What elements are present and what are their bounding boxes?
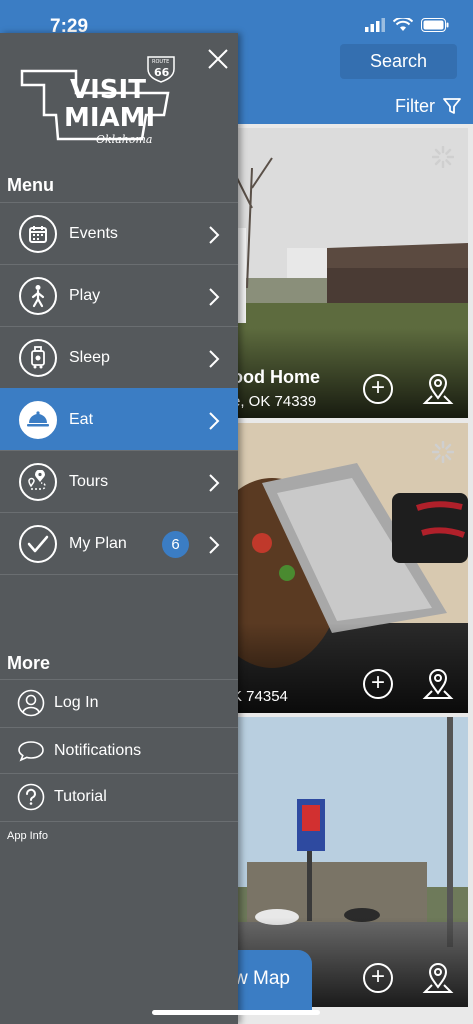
menu-item-events[interactable]: Events bbox=[0, 202, 238, 264]
map-pin-icon[interactable] bbox=[422, 372, 454, 406]
calendar-icon bbox=[29, 225, 47, 243]
listing-address: K 74354 bbox=[232, 688, 288, 705]
home-indicator bbox=[152, 1010, 320, 1015]
map-pin-icon[interactable] bbox=[422, 667, 454, 701]
loading-spinner-icon bbox=[432, 146, 454, 168]
listing-address: e, OK 74339 bbox=[232, 393, 317, 410]
logo-miami: MIAMI bbox=[64, 103, 155, 133]
more-divider bbox=[0, 821, 238, 822]
listing-card[interactable]: K 74354 + bbox=[232, 423, 468, 713]
add-to-plan-button[interactable]: + bbox=[363, 963, 393, 993]
menu-divider bbox=[0, 574, 238, 575]
battery-icon bbox=[421, 18, 449, 32]
chevron-right-icon bbox=[209, 350, 220, 368]
more-item-label: Notifications bbox=[54, 741, 142, 759]
menu-item-sleep[interactable]: Sleep bbox=[0, 326, 238, 388]
chevron-right-icon bbox=[209, 288, 220, 306]
menu-item-label: Sleep bbox=[69, 348, 110, 366]
chevron-right-icon bbox=[209, 474, 220, 492]
more-item-tutorial[interactable]: Tutorial bbox=[0, 773, 238, 819]
filter-icon[interactable] bbox=[443, 97, 461, 115]
add-to-plan-button[interactable]: + bbox=[363, 374, 393, 404]
menu-item-label: Eat bbox=[69, 410, 94, 428]
more-item-label: Log In bbox=[54, 693, 99, 711]
menu-item-label: My Plan bbox=[69, 534, 127, 552]
search-button[interactable]: Search bbox=[340, 44, 457, 79]
filter-button[interactable]: Filter bbox=[395, 96, 435, 117]
walking-person-icon bbox=[31, 284, 45, 307]
more-heading: More bbox=[7, 653, 51, 673]
app-info-link[interactable]: App Info bbox=[7, 830, 48, 842]
menu-heading: Menu bbox=[7, 175, 54, 195]
menu-item-label: Events bbox=[69, 224, 118, 242]
signal-icon bbox=[365, 18, 385, 32]
wifi-icon bbox=[393, 18, 413, 31]
logo-oklahoma: Oklahoma bbox=[96, 133, 152, 146]
menu-item-label: Play bbox=[69, 286, 101, 304]
visit-miami-logo: VISIT MIAMI Oklahoma ROUTE 66 bbox=[20, 56, 175, 146]
food-cloche-icon bbox=[27, 410, 49, 426]
user-icon bbox=[17, 689, 45, 716]
map-pin-icon[interactable] bbox=[422, 961, 454, 995]
luggage-icon bbox=[31, 345, 45, 368]
menu-item-tours[interactable]: Tours bbox=[0, 450, 238, 512]
add-to-plan-button[interactable]: + bbox=[363, 669, 393, 699]
chevron-right-icon bbox=[209, 412, 220, 430]
menu-item-my-plan[interactable]: My Plan 6 bbox=[0, 512, 238, 574]
chat-bubble-icon bbox=[18, 740, 44, 762]
loading-spinner-icon bbox=[432, 441, 454, 463]
question-icon bbox=[17, 783, 45, 810]
logo-visit: VISIT bbox=[70, 75, 146, 105]
more-item-notifications[interactable]: Notifications bbox=[0, 727, 238, 773]
more-item-log-in[interactable]: Log In bbox=[0, 679, 238, 725]
logo-shield-number: 66 bbox=[154, 66, 170, 79]
chevron-right-icon bbox=[209, 536, 220, 554]
listing-card[interactable]: ood Home e, OK 74339 + bbox=[232, 128, 468, 418]
close-icon[interactable] bbox=[205, 46, 231, 72]
chevron-right-icon bbox=[209, 226, 220, 244]
side-menu: VISIT MIAMI Oklahoma ROUTE 66 Menu Event… bbox=[0, 33, 238, 1024]
menu-item-eat[interactable]: Eat bbox=[0, 388, 238, 450]
menu-item-label: Tours bbox=[69, 472, 109, 490]
status-icons bbox=[365, 18, 449, 32]
map-pin-route-icon bbox=[28, 469, 46, 490]
more-item-label: Tutorial bbox=[54, 787, 107, 805]
logo-shield-route: ROUTE bbox=[152, 59, 169, 65]
plan-count-badge: 6 bbox=[162, 531, 189, 558]
checkmark-icon bbox=[27, 535, 49, 552]
listing-title: ood Home bbox=[232, 367, 320, 387]
menu-item-play[interactable]: Play bbox=[0, 264, 238, 326]
